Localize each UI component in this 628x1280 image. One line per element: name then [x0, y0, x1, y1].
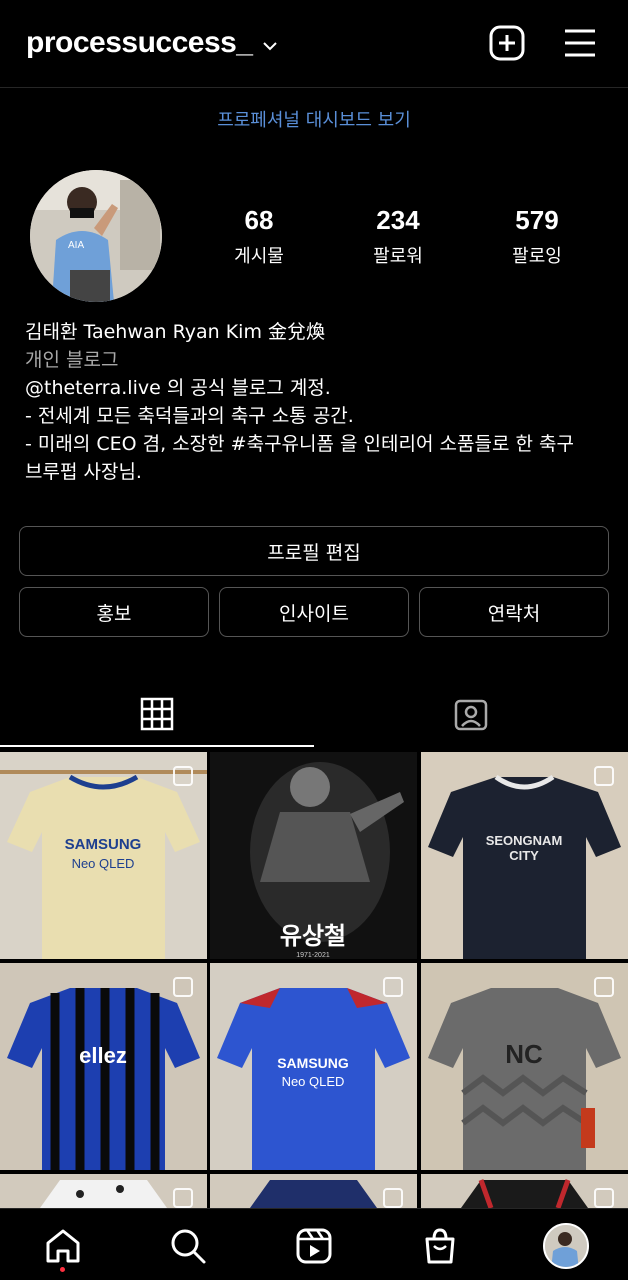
svg-text:1971-2021: 1971-2021	[296, 952, 330, 959]
bio-line: - 전세계 모든 축덕들과의 축구 소통 공간.	[25, 405, 354, 427]
profile-bio: 김태환 Taehwan Ryan Kim 金兌煥 개인 블로그 @theterr…	[25, 318, 615, 486]
grid-icon	[140, 697, 174, 731]
contact-button[interactable]: 연락처	[419, 587, 609, 637]
tagged-person-icon	[454, 699, 488, 731]
svg-text:Neo QLED: Neo QLED	[282, 1074, 345, 1089]
post-thumbnail[interactable]: ellez	[0, 963, 207, 1170]
menu-icon[interactable]	[562, 25, 598, 61]
followers-count-number: 234	[376, 205, 420, 235]
promote-button[interactable]: 홍보	[19, 587, 209, 637]
bio-line: 브루펍 사장님.	[25, 461, 142, 483]
svg-text:유상철: 유상철	[280, 922, 346, 950]
svg-text:AIA: AIA	[68, 240, 84, 251]
profile-avatar[interactable]: AIA	[30, 170, 162, 302]
top-bar: processuccess_	[0, 0, 628, 88]
multi-post-icon	[173, 977, 193, 997]
tab-posts-grid[interactable]	[0, 680, 314, 748]
following-count[interactable]: 579 팔로잉	[477, 205, 597, 268]
post-thumbnail[interactable]: 유상철 1971-2021	[210, 752, 417, 959]
post-thumbnail[interactable]	[210, 1174, 417, 1208]
home-icon[interactable]	[44, 1227, 82, 1265]
svg-text:SEONGNAM: SEONGNAM	[486, 833, 563, 848]
svg-text:ellez: ellez	[79, 1043, 127, 1068]
following-count-label: 팔로잉	[512, 246, 562, 267]
notification-dot	[60, 1267, 65, 1272]
bottom-navigation	[0, 1208, 628, 1280]
svg-text:SAMSUNG: SAMSUNG	[277, 1055, 349, 1071]
multi-post-icon	[173, 766, 193, 786]
svg-text:NC: NC	[505, 1039, 543, 1069]
multi-post-icon	[383, 1188, 403, 1208]
post-thumbnail[interactable]: SEONGNAM CITY	[421, 752, 628, 959]
post-thumbnail[interactable]	[421, 1174, 628, 1208]
multi-post-icon	[594, 1188, 614, 1208]
posts-count-label: 게시물	[234, 246, 284, 267]
username-title[interactable]: processuccess_	[26, 26, 253, 60]
svg-text:SAMSUNG: SAMSUNG	[65, 836, 142, 853]
search-icon[interactable]	[169, 1227, 207, 1265]
multi-post-icon	[594, 766, 614, 786]
posts-count-number: 68	[244, 205, 274, 235]
profile-tabs	[0, 680, 628, 750]
profile-name: 김태환 Taehwan Ryan Kim 金兌煥	[25, 321, 325, 343]
bio-line[interactable]: - 미래의 CEO 겸, 소장한 #축구유니폼 을 인테리어 소품들로 한 축구	[25, 430, 615, 458]
post-thumbnail[interactable]: SAMSUNG Neo QLED	[210, 963, 417, 1170]
professional-dashboard-link[interactable]: 프로페셔널 대시보드 보기	[0, 106, 628, 132]
followers-count-label: 팔로워	[373, 246, 423, 267]
posts-count[interactable]: 68 게시물	[199, 205, 319, 268]
new-post-icon[interactable]	[489, 25, 525, 61]
insights-button[interactable]: 인사이트	[219, 587, 409, 637]
active-tab-indicator	[0, 745, 314, 747]
svg-text:CITY: CITY	[509, 848, 539, 863]
edit-profile-button[interactable]: 프로필 편집	[19, 526, 609, 576]
profile-avatar-nav[interactable]	[543, 1223, 589, 1269]
reels-icon[interactable]	[295, 1227, 333, 1265]
shop-icon[interactable]	[421, 1227, 459, 1265]
following-count-number: 579	[515, 205, 559, 235]
post-thumbnail[interactable]	[0, 1174, 207, 1208]
multi-post-icon	[383, 977, 403, 997]
tab-tagged[interactable]	[314, 680, 628, 748]
post-thumbnail[interactable]: NC	[421, 963, 628, 1170]
svg-text:Neo QLED: Neo QLED	[72, 856, 135, 871]
post-thumbnail[interactable]: SAMSUNG Neo QLED	[0, 752, 207, 959]
multi-post-icon	[173, 1188, 193, 1208]
bio-line[interactable]: @theterra.live 의 공식 블로그 계정.	[25, 374, 615, 402]
profile-category: 개인 블로그	[25, 349, 119, 371]
followers-count[interactable]: 234 팔로워	[338, 205, 458, 268]
chevron-down-icon[interactable]	[262, 38, 278, 54]
multi-post-icon	[594, 977, 614, 997]
